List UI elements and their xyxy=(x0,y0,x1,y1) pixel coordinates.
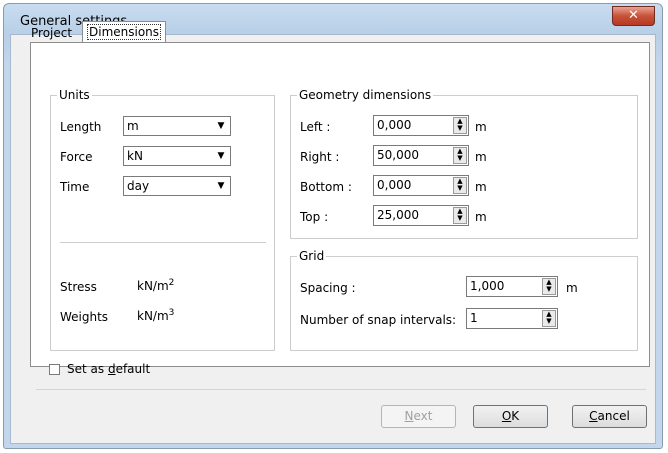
spin-down-icon[interactable]: ▼ xyxy=(454,155,466,162)
cancel-accel: C xyxy=(589,409,598,423)
spin-buttons[interactable]: ▲ ▼ xyxy=(453,207,467,224)
tab-dimensions-label: Dimensions xyxy=(87,24,162,40)
bottom-label: Bottom : xyxy=(300,180,352,194)
spacing-spinner[interactable]: 1,000 ▲ ▼ xyxy=(466,276,558,297)
units-group: Units Length m ▼ Force kN ▼ Time day ▼ S… xyxy=(50,88,275,351)
ok-button[interactable]: OK xyxy=(473,405,548,428)
set-default-label-pre: Set as xyxy=(67,362,108,376)
spin-down-icon[interactable]: ▼ xyxy=(543,286,555,293)
time-value: day xyxy=(127,179,150,193)
left-unit: m xyxy=(475,120,487,134)
time-label: Time xyxy=(60,180,90,194)
left-spinner[interactable]: 0,000 ▲ ▼ xyxy=(373,115,469,136)
set-default-label-accel: d xyxy=(107,362,116,376)
stress-unit-exponent: 2 xyxy=(168,278,175,288)
bottom-unit: m xyxy=(475,180,487,194)
next-button[interactable]: Next xyxy=(381,405,456,428)
force-label: Force xyxy=(60,150,93,164)
geometry-group: Geometry dimensions Left : 0,000 ▲ ▼ m R… xyxy=(290,88,638,239)
chevron-down-icon: ▼ xyxy=(217,121,225,131)
bottom-spinner[interactable]: 0,000 ▲ ▼ xyxy=(373,175,469,196)
spin-buttons[interactable]: ▲ ▼ xyxy=(453,117,467,134)
set-default-label-post: efault xyxy=(115,362,151,376)
tab-dimensions[interactable]: Dimensions xyxy=(82,21,167,43)
snap-intervals-label: Number of snap intervals: xyxy=(300,313,457,327)
grid-group: Grid Spacing : 1,000 ▲ ▼ m Number of sna… xyxy=(290,249,638,351)
length-value: m xyxy=(127,119,139,133)
next-accel: N xyxy=(404,409,414,423)
spin-down-icon[interactable]: ▼ xyxy=(454,215,466,222)
spin-buttons[interactable]: ▲ ▼ xyxy=(453,147,467,164)
footer-separator xyxy=(36,389,646,390)
tab-project[interactable]: Project xyxy=(31,24,72,43)
right-unit: m xyxy=(475,150,487,164)
right-value: 50,000 xyxy=(377,148,419,162)
spacing-value: 1,000 xyxy=(470,279,505,293)
ok-label-rest: K xyxy=(511,409,520,423)
spin-buttons[interactable]: ▲ ▼ xyxy=(542,310,556,327)
length-select[interactable]: m ▼ xyxy=(123,116,231,136)
grid-legend: Grid xyxy=(297,249,327,263)
right-spinner[interactable]: 50,000 ▲ ▼ xyxy=(373,145,469,166)
length-label: Length xyxy=(60,120,102,134)
geometry-legend: Geometry dimensions xyxy=(297,88,434,102)
weights-unit-base: kN/m xyxy=(137,309,169,323)
close-icon: ✕ xyxy=(628,8,639,23)
spacing-unit: m xyxy=(566,281,578,295)
next-label-rest: ext xyxy=(413,409,433,423)
snap-intervals-value: 1 xyxy=(470,311,478,325)
spacing-label: Spacing : xyxy=(300,281,356,295)
spin-down-icon[interactable]: ▼ xyxy=(454,125,466,132)
close-button[interactable]: ✕ xyxy=(612,6,655,26)
force-select[interactable]: kN ▼ xyxy=(123,146,231,166)
spin-buttons[interactable]: ▲ ▼ xyxy=(542,278,556,295)
spin-down-icon[interactable]: ▼ xyxy=(543,318,555,325)
set-default-label[interactable]: Set as default xyxy=(67,362,150,376)
left-label: Left : xyxy=(300,120,331,134)
chevron-down-icon: ▼ xyxy=(217,151,225,161)
stress-label: Stress xyxy=(60,280,97,294)
stress-unit-base: kN/m xyxy=(137,279,169,293)
cancel-button[interactable]: Cancel xyxy=(572,405,647,428)
units-separator xyxy=(60,242,266,243)
top-unit: m xyxy=(475,210,487,224)
top-spinner[interactable]: 25,000 ▲ ▼ xyxy=(373,205,469,226)
dimensions-panel: Units Length m ▼ Force kN ▼ Time day ▼ S… xyxy=(30,42,650,367)
bottom-value: 0,000 xyxy=(377,178,412,192)
ok-accel: O xyxy=(501,409,512,423)
right-label: Right : xyxy=(300,150,340,164)
weights-unit: kN/m3 xyxy=(137,308,174,323)
force-value: kN xyxy=(127,149,143,163)
spin-buttons[interactable]: ▲ ▼ xyxy=(453,177,467,194)
cancel-label-rest: ancel xyxy=(597,409,630,423)
left-value: 0,000 xyxy=(377,118,412,132)
set-default-checkbox[interactable] xyxy=(49,364,60,375)
chevron-down-icon: ▼ xyxy=(217,181,225,191)
units-legend: Units xyxy=(57,88,92,102)
stress-unit: kN/m2 xyxy=(137,278,174,293)
weights-label: Weights xyxy=(60,310,109,324)
weights-unit-exponent: 3 xyxy=(168,308,175,318)
top-value: 25,000 xyxy=(377,208,419,222)
top-label: Top : xyxy=(300,210,329,224)
time-select[interactable]: day ▼ xyxy=(123,176,231,196)
snap-intervals-spinner[interactable]: 1 ▲ ▼ xyxy=(466,308,558,329)
spin-down-icon[interactable]: ▼ xyxy=(454,185,466,192)
